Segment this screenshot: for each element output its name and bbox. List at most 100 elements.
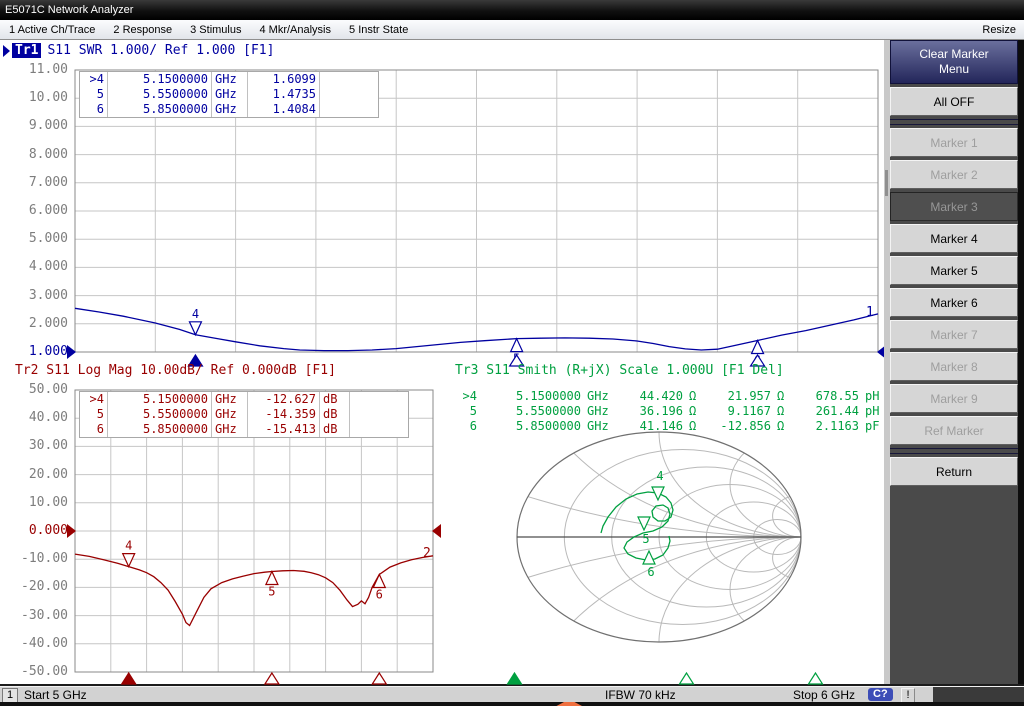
trace1-ytick: 8.000 xyxy=(6,147,68,162)
softkey-return[interactable]: Return xyxy=(890,457,1018,486)
trace2-marker-table: >45.1500000GHz-12.627dB 55.5500000GHz-14… xyxy=(79,391,409,438)
softkey-all-off[interactable]: All OFF xyxy=(890,87,1018,116)
marker-cell: GHz xyxy=(212,392,248,407)
trace1-ytick: 9.000 xyxy=(6,118,68,133)
trace2-header: Tr2 S11 Log Mag 10.00dB/ Ref 0.000dB [F1… xyxy=(15,363,336,378)
marker-number-label: 5 xyxy=(268,584,275,598)
marker-cell: GHz xyxy=(212,422,248,437)
trace2-ytick: -50.00 xyxy=(6,664,68,679)
marker-cell: 6 xyxy=(80,422,108,437)
status-bar-dark-area xyxy=(933,687,1024,703)
marker-triangle-icon xyxy=(652,487,664,500)
menu-item-4[interactable]: 4 Mkr/Analysis xyxy=(250,24,340,36)
marker-cell: GHz xyxy=(212,102,248,117)
softkey-menu-title: Clear Marker Menu xyxy=(890,40,1018,84)
marker-cell: GHz xyxy=(584,404,620,419)
taskbar-peek-icon xyxy=(552,702,582,706)
marker-cell: -14.359 xyxy=(248,407,320,422)
marker-row: 65.8500000GHz1.4084 xyxy=(80,102,378,117)
marker-number-label: 6 xyxy=(647,565,654,579)
trace1-ytick: 10.00 xyxy=(6,90,68,105)
marker-cell: GHz xyxy=(212,407,248,422)
softkey-marker-6[interactable]: Marker 6 xyxy=(890,288,1018,317)
trace1-ytick: 11.00 xyxy=(6,62,68,77)
marker-number-label: 6 xyxy=(376,587,383,601)
trace2-ytick: -40.00 xyxy=(6,636,68,651)
marker-cell: 5.8500000 xyxy=(108,102,212,117)
calibration-badge: C? xyxy=(868,688,893,701)
marker-cell-empty xyxy=(320,102,378,117)
marker-row: 55.5500000GHz1.4735 xyxy=(80,87,378,102)
marker-triangle-icon xyxy=(511,339,523,352)
marker-cell: -15.413 xyxy=(248,422,320,437)
trace1-header: Tr1 S11 SWR 1.000/ Ref 1.000 [F1] xyxy=(3,43,274,58)
splitter-handle[interactable] xyxy=(885,170,888,196)
marker-triangle-icon xyxy=(643,551,655,564)
marker-cell-empty xyxy=(350,392,408,407)
marker-cell-empty xyxy=(350,407,408,422)
trace2-ytick: 0.000 xyxy=(6,523,68,538)
title-bar[interactable]: E5071C Network Analyzer xyxy=(0,0,1024,20)
stimulus-marker-icon xyxy=(265,673,279,684)
marker-cell-empty xyxy=(350,422,408,437)
marker-cell: Ω xyxy=(774,389,796,404)
marker-cell: GHz xyxy=(584,419,620,434)
softkey-marker-7: Marker 7 xyxy=(890,320,1018,349)
alert-indicator[interactable]: ! xyxy=(901,688,915,703)
trace1-ytick: 4.000 xyxy=(6,259,68,274)
marker-cell: >4 xyxy=(80,392,108,407)
softkey-marker-4[interactable]: Marker 4 xyxy=(890,224,1018,253)
trace2-ytick: -20.00 xyxy=(6,579,68,594)
trace2-ytick: -10.00 xyxy=(6,551,68,566)
marker-cell: 678.55 xyxy=(796,389,862,404)
marker-cell: 5.1500000 xyxy=(108,72,212,87)
marker-triangle-icon xyxy=(752,340,764,353)
trace3-marker-table: >45.1500000GHz44.420Ω21.957Ω678.55pH 55.… xyxy=(452,389,942,434)
marker-cell: Ω xyxy=(686,419,708,434)
menu-item-3[interactable]: 3 Stimulus xyxy=(181,24,250,36)
marker-cell: 5.5500000 xyxy=(480,404,584,419)
marker-row: 55.5500000GHz36.196Ω9.1167Ω261.44pH xyxy=(452,404,942,419)
stimulus-marker-icon xyxy=(372,673,386,684)
resize-menu-item[interactable]: Resize xyxy=(974,24,1024,36)
marker-cell: 5 xyxy=(80,407,108,422)
marker-cell: -12.856 xyxy=(708,419,774,434)
active-trace-arrow-icon xyxy=(3,45,10,57)
trace2-end-label: 2 xyxy=(423,546,431,561)
softkey-menu-title-line2: Menu xyxy=(919,62,988,77)
marker-number-label: 5 xyxy=(642,532,649,546)
trace1-format-label: S11 SWR 1.000/ Ref 1.000 [F1] xyxy=(47,43,274,58)
trace2-ytick: 50.00 xyxy=(6,382,68,397)
marker-number-label: 4 xyxy=(192,307,199,321)
trace3-curve xyxy=(601,492,673,560)
softkey-marker-8: Marker 8 xyxy=(890,352,1018,381)
marker-cell: Ω xyxy=(774,404,796,419)
marker-row: >45.1500000GHz44.420Ω21.957Ω678.55pH xyxy=(452,389,942,404)
trace1-ytick: 1.000 xyxy=(6,344,68,359)
marker-cell: dB xyxy=(320,407,350,422)
marker-cell: GHz xyxy=(212,72,248,87)
smith-reactance-arc xyxy=(730,432,872,537)
softkey-sidebar: Clear Marker Menu All OFFMarker 1Marker … xyxy=(890,40,1018,684)
marker-cell: 21.957 xyxy=(708,389,774,404)
marker-number-label: 4 xyxy=(125,539,132,553)
marker-cell: 1.6099 xyxy=(248,72,320,87)
right-edge-strip xyxy=(1018,40,1024,684)
trace1-ytick: 6.000 xyxy=(6,203,68,218)
menu-item-5[interactable]: 5 Instr State xyxy=(340,24,417,36)
stimulus-marker-icon xyxy=(122,673,136,684)
marker-cell: dB xyxy=(320,392,350,407)
stimulus-marker-icon xyxy=(809,673,823,684)
menu-item-1[interactable]: 1 Active Ch/Trace xyxy=(0,24,104,36)
softkey-marker-3[interactable]: Marker 3 xyxy=(890,192,1018,221)
marker-cell: 261.44 xyxy=(796,404,862,419)
marker-cell: 5.1500000 xyxy=(108,392,212,407)
softkey-marker-5[interactable]: Marker 5 xyxy=(890,256,1018,285)
marker-cell: 5.5500000 xyxy=(108,407,212,422)
marker-row: >45.1500000GHz-12.627dB xyxy=(80,392,408,407)
marker-cell: Ω xyxy=(686,389,708,404)
stimulus-marker-icon xyxy=(680,673,694,684)
ifbw-label: IFBW 70 kHz xyxy=(605,687,676,703)
menu-item-2[interactable]: 2 Response xyxy=(104,24,181,36)
softkey-marker-9: Marker 9 xyxy=(890,384,1018,413)
